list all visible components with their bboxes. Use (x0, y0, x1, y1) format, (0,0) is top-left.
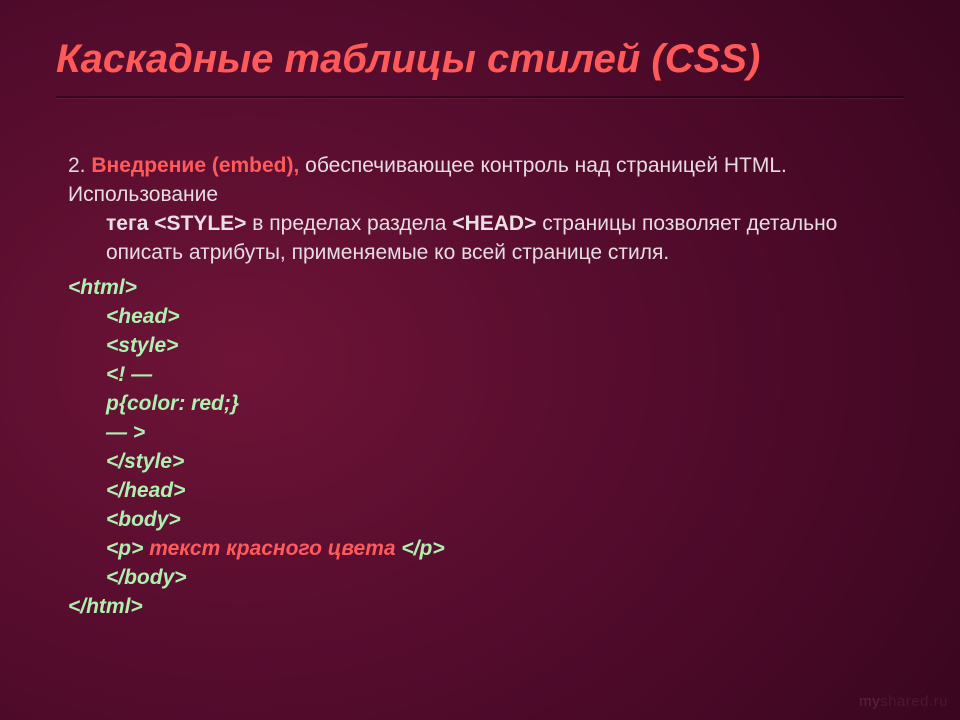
paragraph-embed: 2. Внедрение (embed), обеспечивающее кон… (68, 152, 888, 210)
code-line: p{color: red;} (68, 390, 888, 419)
para-text-2: в пределах раздела (246, 212, 452, 235)
watermark-rest: shared.ru (880, 693, 948, 710)
list-number: 2. (68, 154, 86, 177)
code-line: <body> (68, 506, 888, 535)
code-line: <html> (68, 274, 888, 303)
paragraph-cont: тега <STYLE> в пределах раздела <HEAD> с… (68, 210, 888, 268)
watermark: myshared.ru (859, 693, 948, 710)
code-line: </html> (68, 593, 888, 622)
code-p-close: </p> (396, 537, 445, 560)
slide-body: 2. Внедрение (embed), обеспечивающее кон… (56, 152, 888, 622)
head-tag: <HEAD> (452, 212, 536, 235)
style-tag: <STYLE> (154, 212, 246, 235)
watermark-my: my (859, 693, 880, 710)
code-line: <p> текст красного цвета </p> (68, 535, 888, 564)
code-line: </body> (68, 564, 888, 593)
slide-title: Каскадные таблицы стилей (CSS) (56, 36, 904, 98)
code-line: </head> (68, 477, 888, 506)
code-p-open: <p> (106, 537, 149, 560)
code-block: <html> <head> <style> <! — p{color: red;… (68, 274, 888, 622)
tag-word: тега (106, 212, 154, 235)
code-line: </style> (68, 448, 888, 477)
code-line: <head> (68, 303, 888, 332)
slide: Каскадные таблицы стилей (CSS) 2. Внедре… (0, 0, 960, 720)
embed-label: Внедрение (embed), (91, 154, 299, 177)
code-line: — > (68, 419, 888, 448)
code-red-text: текст красного цвета (149, 537, 395, 560)
code-line: <style> (68, 332, 888, 361)
code-line: <! — (68, 361, 888, 390)
